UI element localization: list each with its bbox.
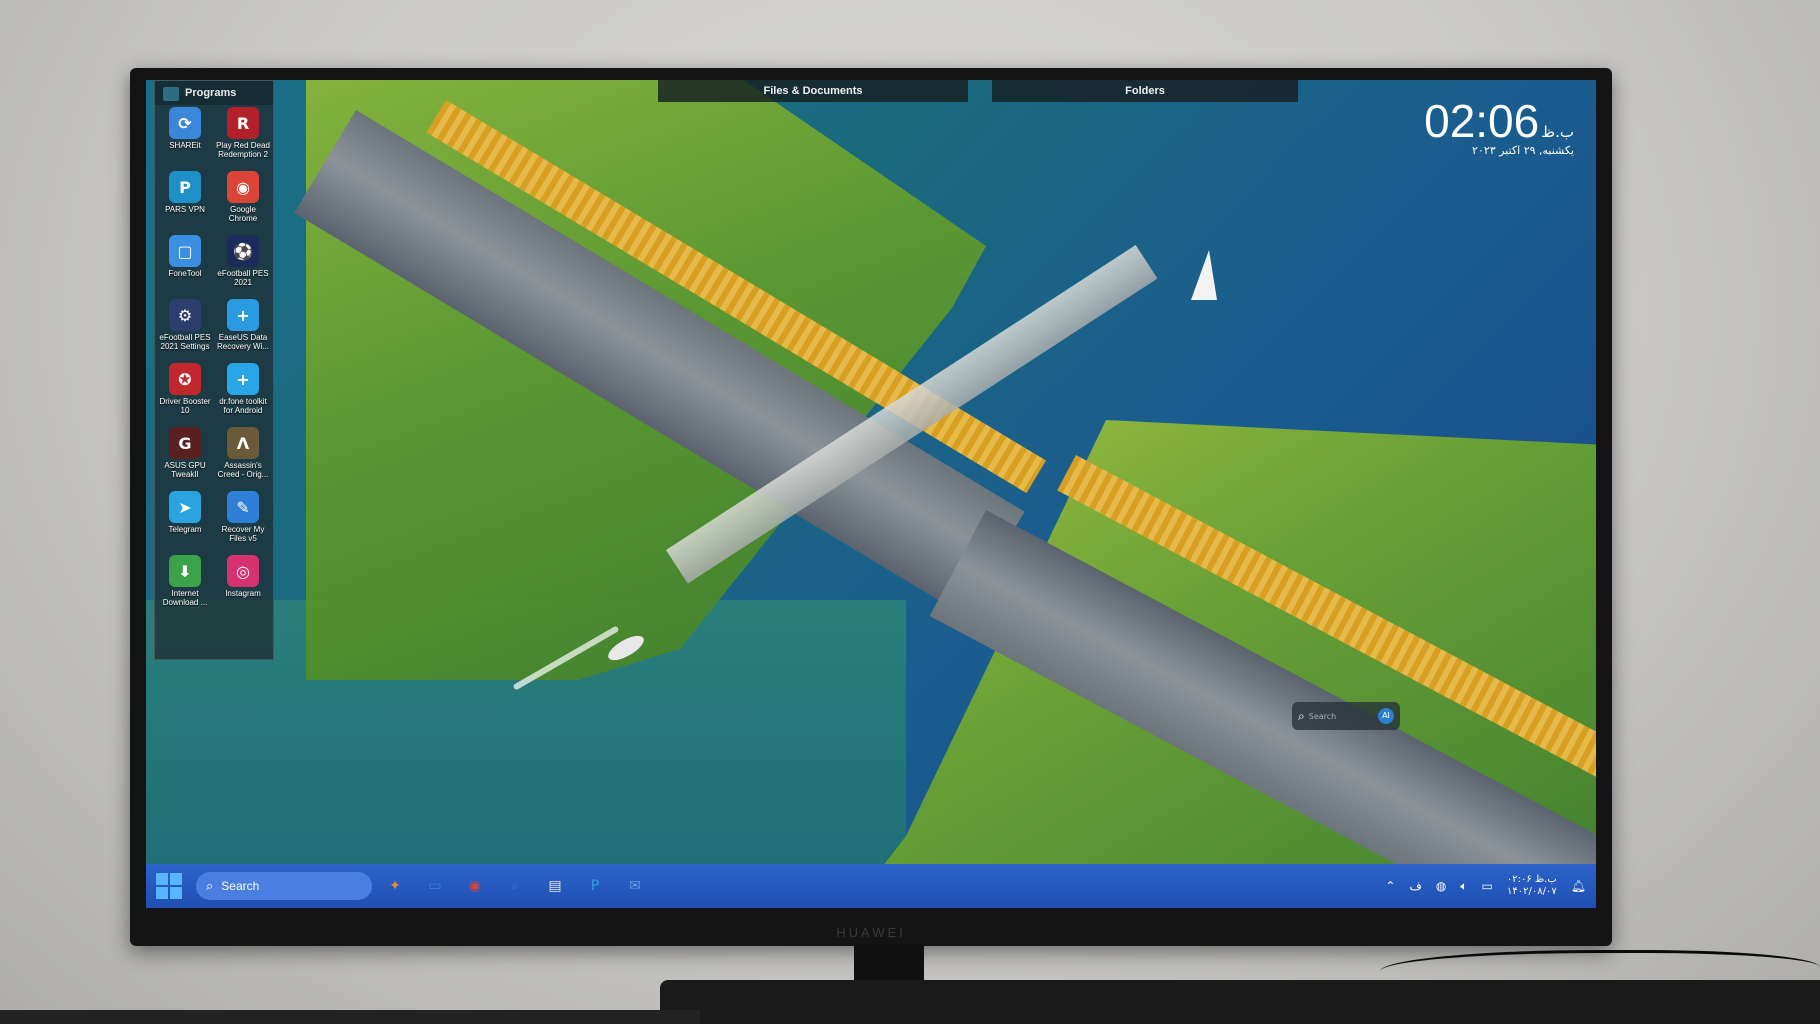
desktop-shortcut[interactable]: ✎ Recover My Files v5 — [215, 491, 271, 555]
tray-date: ۱۴۰۲/۰۸/۰۷ — [1507, 886, 1557, 897]
desktop-shortcut-label: SHAREit — [169, 141, 201, 150]
desktop-shortcut[interactable]: ➤ Telegram — [157, 491, 213, 555]
idm-icon: ⬇ — [169, 555, 201, 587]
chrome-icon[interactable]: ◉ — [462, 873, 488, 899]
desktop-shortcut-label: Telegram — [168, 525, 202, 534]
desktop-shortcut-label: Play Red Dead Redemption 2 — [216, 141, 270, 159]
ai-icon[interactable]: AI — [1378, 708, 1394, 724]
taskbar: ⌕ Search ✦ ▭ ◉ ⌕ ▤ P ✉ ⌃ ف ◍ 🔈︎ ▭ ۰۲:۰۶ ب.ظ ۱۴… — [146, 864, 1596, 908]
tray-datetime[interactable]: ۰۲:۰۶ ب.ظ ۱۴۰۲/۰۸/۰۷ — [1507, 874, 1557, 898]
telegram-icon: ➤ — [169, 491, 201, 523]
taskbar-search-label: Search — [221, 879, 260, 893]
taskbar-apps: ✦ ▭ ◉ ⌕ ▤ P ✉ — [382, 873, 648, 899]
desktop-shortcut-label: eFootball PES 2021 Settings — [159, 333, 211, 351]
instagram-icon: ◎ — [227, 555, 259, 587]
desktop-shortcut-label: FoneTool — [168, 269, 202, 278]
clock-widget: 02:06 ب.ظ یکشنبه, ۲۹ اکتبر ۲۰۲۳ — [1424, 94, 1574, 157]
driver-booster-icon: ✪ — [169, 363, 201, 395]
desktop-shortcut[interactable]: G ASUS GPU TweakII — [157, 427, 213, 491]
desktop-shortcut[interactable]: ⚙ eFootball PES 2021 Settings — [157, 299, 213, 363]
desktop-shortcut[interactable]: Λ Assassin's Creed - Orig... — [215, 427, 271, 491]
pars-app-icon[interactable]: P — [582, 873, 608, 899]
copilot-icon[interactable]: ✦ — [382, 873, 408, 899]
volume-icon[interactable]: 🔈︎ — [1460, 879, 1467, 894]
taskbar-search[interactable]: ⌕ Search — [196, 872, 372, 900]
fence-files-documents[interactable]: Files & Documents — [658, 80, 968, 102]
desktop-shortcut[interactable]: ✪ Driver Booster 10 — [157, 363, 213, 427]
windows-logo-icon — [156, 887, 168, 899]
windows-logo-icon — [156, 873, 168, 885]
desktop-shortcut-label: Recover My Files v5 — [221, 525, 265, 543]
desktop-shortcut-label: dr.fone toolkit for Android — [219, 397, 267, 415]
asus-gpu-icon: G — [169, 427, 201, 459]
desktop-shortcut[interactable]: ⚽ eFootball PES 2021 — [215, 235, 271, 299]
fence-icon — [163, 87, 179, 101]
desktop-shortcut[interactable]: R Play Red Dead Redemption 2 — [215, 107, 271, 171]
assassins-creed-icon: Λ — [227, 427, 259, 459]
efootball-settings-icon: ⚙ — [169, 299, 201, 331]
drfone-icon: + — [227, 363, 259, 395]
red-dead-icon: R — [227, 107, 259, 139]
desktop-shortcut-label: ASUS GPU TweakII — [164, 461, 206, 479]
search-icon: ⌕ — [1298, 708, 1305, 723]
search-tool-icon[interactable]: ⌕ — [502, 873, 528, 899]
start-button[interactable] — [156, 873, 182, 899]
desktop-shortcut-label: Instagram — [225, 589, 261, 598]
cable — [1380, 950, 1820, 993]
fence-programs[interactable]: Programs ⟳ SHAREit R Play Red Dead Redempti… — [154, 80, 274, 660]
desktop-shortcut[interactable]: ⬇ Internet Download ... — [157, 555, 213, 619]
desktop-shortcut-label: eFootball PES 2021 — [217, 269, 269, 287]
fonetool-icon: ▢ — [169, 235, 201, 267]
desktop-shortcut[interactable]: ◎ Instagram — [215, 555, 271, 619]
chevron-up-icon[interactable]: ⌃ — [1385, 879, 1395, 893]
desktop-icon[interactable]: ▭ — [422, 873, 448, 899]
desktop-shortcut-label: Driver Booster 10 — [159, 397, 211, 415]
recover-files-icon: ✎ — [227, 491, 259, 523]
desktop-shortcut[interactable]: + EaseUS Data Recovery Wi... — [215, 299, 271, 363]
monitor-brand: HUAWEI — [836, 925, 906, 940]
windows-logo-icon — [170, 873, 182, 885]
desktop-shortcut-label: EaseUS Data Recovery Wi... — [216, 333, 269, 351]
search-widget-placeholder: Search — [1308, 711, 1337, 721]
pars-vpn-icon: P — [169, 171, 201, 203]
language-icon[interactable]: ف — [1409, 879, 1421, 893]
desktop-shortcut-label: Google Chrome — [228, 205, 258, 223]
easeus-icon: + — [227, 299, 259, 331]
desk-edge — [0, 1010, 700, 1024]
desktop-shortcut[interactable]: ⟳ SHAREit — [157, 107, 213, 171]
search-widget[interactable]: ⌕ Search AI — [1292, 702, 1400, 730]
desktop-shortcut-label: PARS VPN — [165, 205, 205, 214]
desktop-shortcut[interactable]: ▢ FoneTool — [157, 235, 213, 299]
desktop-screen: Programs ⟳ SHAREit R Play Red Dead Redempti… — [146, 80, 1596, 908]
system-tray: ⌃ ف ◍ 🔈︎ ▭ ۰۲:۰۶ ب.ظ ۱۴۰۲/۰۸/۰۷ 🔔︎ — [1385, 864, 1586, 908]
desktop-shortcut-label: Internet Download ... — [162, 589, 208, 607]
search-icon: ⌕ — [206, 878, 214, 894]
shareit-icon: ⟳ — [169, 107, 201, 139]
clock-ampm: ب.ظ — [1541, 123, 1574, 141]
desktop-shortcut[interactable]: + dr.fone toolkit for Android — [215, 363, 271, 427]
tray-time: ۰۲:۰۶ ب.ظ — [1506, 874, 1557, 885]
desktop-shortcut[interactable]: ◉ Google Chrome — [215, 171, 271, 235]
desktop-shortcut[interactable]: P PARS VPN — [157, 171, 213, 235]
network-icon[interactable]: ◍ — [1436, 879, 1446, 893]
wallpaper-sailboat — [1191, 250, 1217, 300]
clock-time: 02:06 — [1424, 95, 1540, 147]
efootball-icon: ⚽ — [227, 235, 259, 267]
chrome-icon: ◉ — [227, 171, 259, 203]
battery-icon[interactable]: ▭ — [1482, 879, 1493, 893]
windows-logo-icon — [170, 887, 182, 899]
document-icon[interactable]: ▤ — [542, 873, 568, 899]
fence-folders[interactable]: Folders — [992, 80, 1298, 102]
mail-icon[interactable]: ✉ — [622, 873, 648, 899]
desktop-shortcut-label: Assassin's Creed - Orig... — [217, 461, 269, 479]
program-icon-grid: ⟳ SHAREit R Play Red Dead Redemption 2 P PARS… — [155, 105, 273, 619]
notification-icon[interactable]: 🔔︎ — [1571, 879, 1586, 893]
